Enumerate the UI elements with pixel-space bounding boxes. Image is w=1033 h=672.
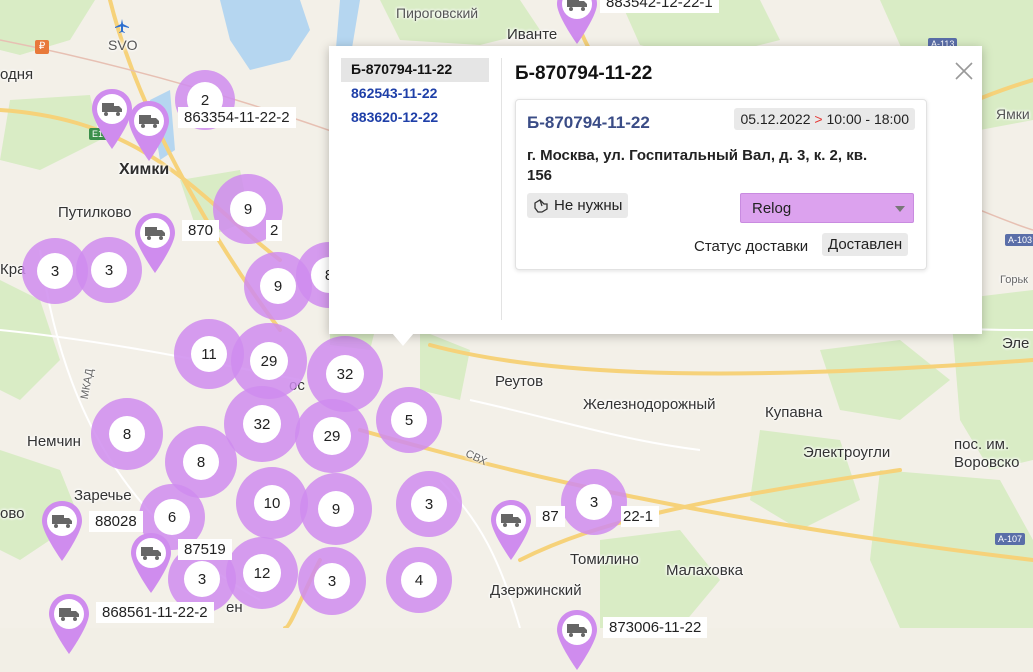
cluster-count: 3 [314,563,350,599]
pin-label: 22-1 [621,506,660,527]
hand-icon [534,198,548,213]
status-badge: Доставлен [822,233,909,256]
cluster-count: 3 [37,253,73,289]
cluster-marker[interactable]: 9 [300,473,372,545]
cluster-count: 29 [250,342,288,380]
cluster-count: 32 [243,405,281,443]
order-number[interactable]: Б-870794-11-22 [527,113,650,133]
relog-select[interactable]: Relog [740,193,914,223]
status-label: Статус доставки [694,238,809,255]
delivery-window: 05.12.2022 > 10:00 - 18:00 [734,108,915,130]
pin-label: 870 [182,220,220,241]
place-label: Пироговский [396,5,479,21]
place-label: пос. им. [954,436,1010,453]
cluster-count: 29 [313,417,351,455]
truck-pin-marker[interactable] [127,531,175,595]
not-needed-label: Не нужны [554,197,623,214]
cluster-marker[interactable]: 5 [376,387,442,453]
close-icon[interactable] [952,59,976,83]
delivery-time: 10:00 - 18:00 [826,111,909,127]
place-label: Горьк [1000,274,1028,286]
order-list-item[interactable]: 862543-11-22 [341,82,501,106]
cluster-count: 4 [401,562,437,598]
place-label: одня [0,66,34,83]
truck-pin-marker[interactable] [553,608,601,672]
pin-label: 883542-12-22-1 [600,0,719,13]
order-list-item[interactable]: 883620-12-22 [341,106,501,130]
place-label: Дзержинский [490,582,582,599]
fuel-station-icon: ₽ [35,40,49,54]
order-list-item[interactable]: Б-870794-11-22 [341,58,489,82]
place-label: Электроугли [803,444,891,461]
order-card: Б-870794-11-22 05.12.2022 > 10:00 - 18:0… [515,99,927,270]
pin-label: 87 [536,506,565,527]
cluster-count: 12 [243,554,281,592]
place-label: Немчин [27,433,81,450]
place-label: Химки [119,161,170,178]
place-label: Купавна [765,404,823,421]
truck-pin-marker[interactable] [38,499,86,563]
truck-pin-marker[interactable] [487,498,535,562]
arrow-icon: > [814,111,823,127]
place-label: Путилково [58,204,132,221]
pin-label: 868561-11-22-2 [96,602,214,623]
popup-title: Б-870794-11-22 [515,63,653,84]
pin-label: 87519 [178,539,232,560]
place-label: Реутов [495,373,544,390]
cluster-count: 9 [260,268,296,304]
cluster-count: 8 [183,444,219,480]
cluster-count: 3 [576,484,612,520]
cluster-count: 8 [109,416,145,452]
cluster-count: 3 [411,486,447,522]
relog-value: Relog [752,199,792,217]
truck-pin-marker[interactable] [125,99,173,163]
road-shield: А-107 [995,533,1026,545]
order-list: Б-870794-11-22 862543-11-22 883620-12-22 [341,58,502,320]
truck-pin-marker[interactable] [131,211,179,275]
place-label: Воровско [954,454,1020,471]
airport-label: SVO [108,37,138,53]
place-label: Иванте [507,26,558,43]
cluster-marker[interactable]: 29 [295,399,369,473]
order-popup: Б-870794-11-22 862543-11-22 883620-12-22… [329,46,982,334]
place-label: ово [0,505,25,522]
cluster-count: 10 [254,485,290,521]
delivery-date: 05.12.2022 [740,111,811,127]
cluster-count: 32 [326,355,364,393]
not-needed-button[interactable]: Не нужны [527,193,629,218]
truck-pin-marker[interactable] [45,592,93,656]
delivery-address: г. Москва, ул. Госпитальный Вал, д. 3, к… [527,147,868,184]
cluster-marker[interactable]: 12 [226,537,298,609]
cluster-marker[interactable]: 3 [561,469,627,535]
cluster-marker[interactable]: 8 [91,398,163,470]
airplane-icon [115,19,129,33]
cluster-count: 11 [191,336,227,372]
cluster-count: 3 [91,252,127,288]
cluster-marker[interactable]: 10 [236,467,308,539]
place-label: Малаховка [666,562,743,579]
cluster-marker[interactable]: 3 [396,471,462,537]
pin-label: 863354-11-22-2 [178,107,296,128]
place-label: Железнодорожный [583,396,716,413]
place-label: Эле [1002,335,1030,352]
cluster-count: 6 [154,499,190,535]
popup-tail [392,333,414,346]
pin-label: 2 [266,220,283,241]
cluster-marker[interactable]: 3 [298,547,366,615]
place-label: Томилино [570,551,639,568]
truck-pin-marker[interactable] [553,0,601,46]
cluster-count: 5 [391,402,427,438]
cluster-count: 9 [318,491,354,527]
place-label: Ямки [996,106,1030,122]
cluster-count: 9 [230,191,266,227]
cluster-count: 3 [184,561,220,597]
road-shield: А-103 [1005,234,1033,246]
chevron-down-icon [895,206,905,212]
pin-label: 88028 [89,511,143,532]
cluster-marker[interactable]: 4 [386,547,452,613]
